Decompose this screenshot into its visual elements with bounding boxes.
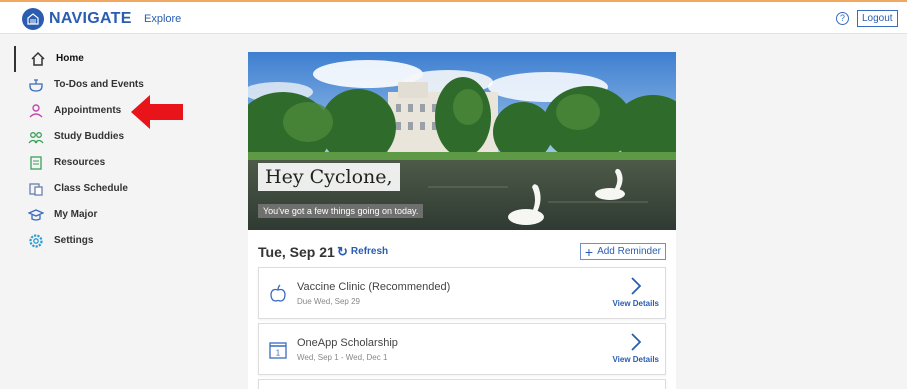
class-schedule-icon (29, 183, 43, 196)
apple-icon (270, 284, 286, 302)
svg-text:1: 1 (276, 349, 281, 358)
sidebar-item-label: Appointments (54, 105, 122, 116)
sidebar-item-label: Class Schedule (54, 183, 128, 194)
top-bar: NAVIGATE Explore ? Logout (0, 0, 907, 34)
plus-icon: + (584, 243, 594, 260)
sidebar-item-home[interactable]: Home (14, 46, 214, 72)
view-details-link[interactable]: View Details (612, 299, 659, 308)
calendar-icon: 1 (269, 342, 287, 359)
event-title: OneApp Scholarship (297, 337, 398, 349)
day-header: Tue, Sep 21 ↻ Refresh + Add Reminder (258, 243, 666, 263)
add-reminder-button[interactable]: + Add Reminder (579, 243, 666, 260)
hero-subtitle: You've got a few things going on today. (258, 204, 424, 218)
sidebar-item-settings[interactable]: Settings (14, 228, 214, 254)
current-date: Tue, Sep 21 (258, 244, 335, 260)
graduation-cap-icon (28, 209, 44, 221)
sidebar: Home To-Dos and Events Appointments Stud… (14, 46, 214, 254)
refresh-button[interactable]: ↻ Refresh (337, 243, 389, 259)
add-reminder-label: Add Reminder (597, 246, 661, 257)
gear-icon (29, 234, 43, 248)
sidebar-item-my-major[interactable]: My Major (14, 202, 214, 228)
refresh-label: Refresh (350, 246, 389, 257)
todo-icon (29, 79, 43, 92)
sidebar-item-class-schedule[interactable]: Class Schedule (14, 176, 214, 202)
main-panel: Hey Cyclone, You've got a few things goi… (248, 52, 676, 389)
sidebar-item-todos[interactable]: To-Dos and Events (14, 72, 214, 98)
chevron-right-icon[interactable] (629, 332, 643, 352)
help-icon[interactable]: ? (836, 12, 849, 25)
event-card-partial[interactable] (258, 379, 666, 389)
sidebar-item-study-buddies[interactable]: Study Buddies (14, 124, 214, 150)
refresh-icon: ↻ (337, 243, 348, 259)
sidebar-item-label: Resources (54, 157, 106, 168)
sidebar-item-label: My Major (54, 209, 98, 220)
red-arrow-annotation (131, 95, 183, 129)
view-details-link[interactable]: View Details (612, 355, 659, 364)
app-name: NAVIGATE (49, 10, 132, 27)
sidebar-item-resources[interactable]: Resources (14, 150, 214, 176)
event-card[interactable]: 1 OneApp Scholarship Wed, Sep 1 - Wed, D… (258, 323, 666, 375)
study-buddies-icon (28, 132, 44, 144)
person-icon (29, 104, 43, 118)
sidebar-item-label: Study Buddies (54, 131, 125, 142)
chevron-right-icon[interactable] (629, 276, 643, 296)
sidebar-item-label: Settings (54, 235, 94, 246)
logo-badge-icon (22, 8, 44, 30)
event-date: Due Wed, Sep 29 (297, 297, 361, 306)
sidebar-item-label: Home (56, 53, 84, 64)
sidebar-item-appointments[interactable]: Appointments (14, 98, 214, 124)
sidebar-item-label: To-Dos and Events (54, 79, 144, 90)
hero-greeting: Hey Cyclone, (258, 163, 400, 191)
logout-button[interactable]: Logout (857, 10, 898, 27)
explore-link[interactable]: Explore (144, 13, 181, 25)
event-title: Vaccine Clinic (Recommended) (297, 281, 451, 293)
hero-banner: Hey Cyclone, You've got a few things goi… (248, 52, 676, 230)
home-icon (31, 51, 45, 66)
navigate-logo[interactable]: NAVIGATE (22, 8, 132, 30)
event-date: Wed, Sep 1 - Wed, Dec 1 (297, 353, 388, 362)
event-card[interactable]: Vaccine Clinic (Recommended) Due Wed, Se… (258, 267, 666, 319)
resources-icon (30, 156, 42, 170)
